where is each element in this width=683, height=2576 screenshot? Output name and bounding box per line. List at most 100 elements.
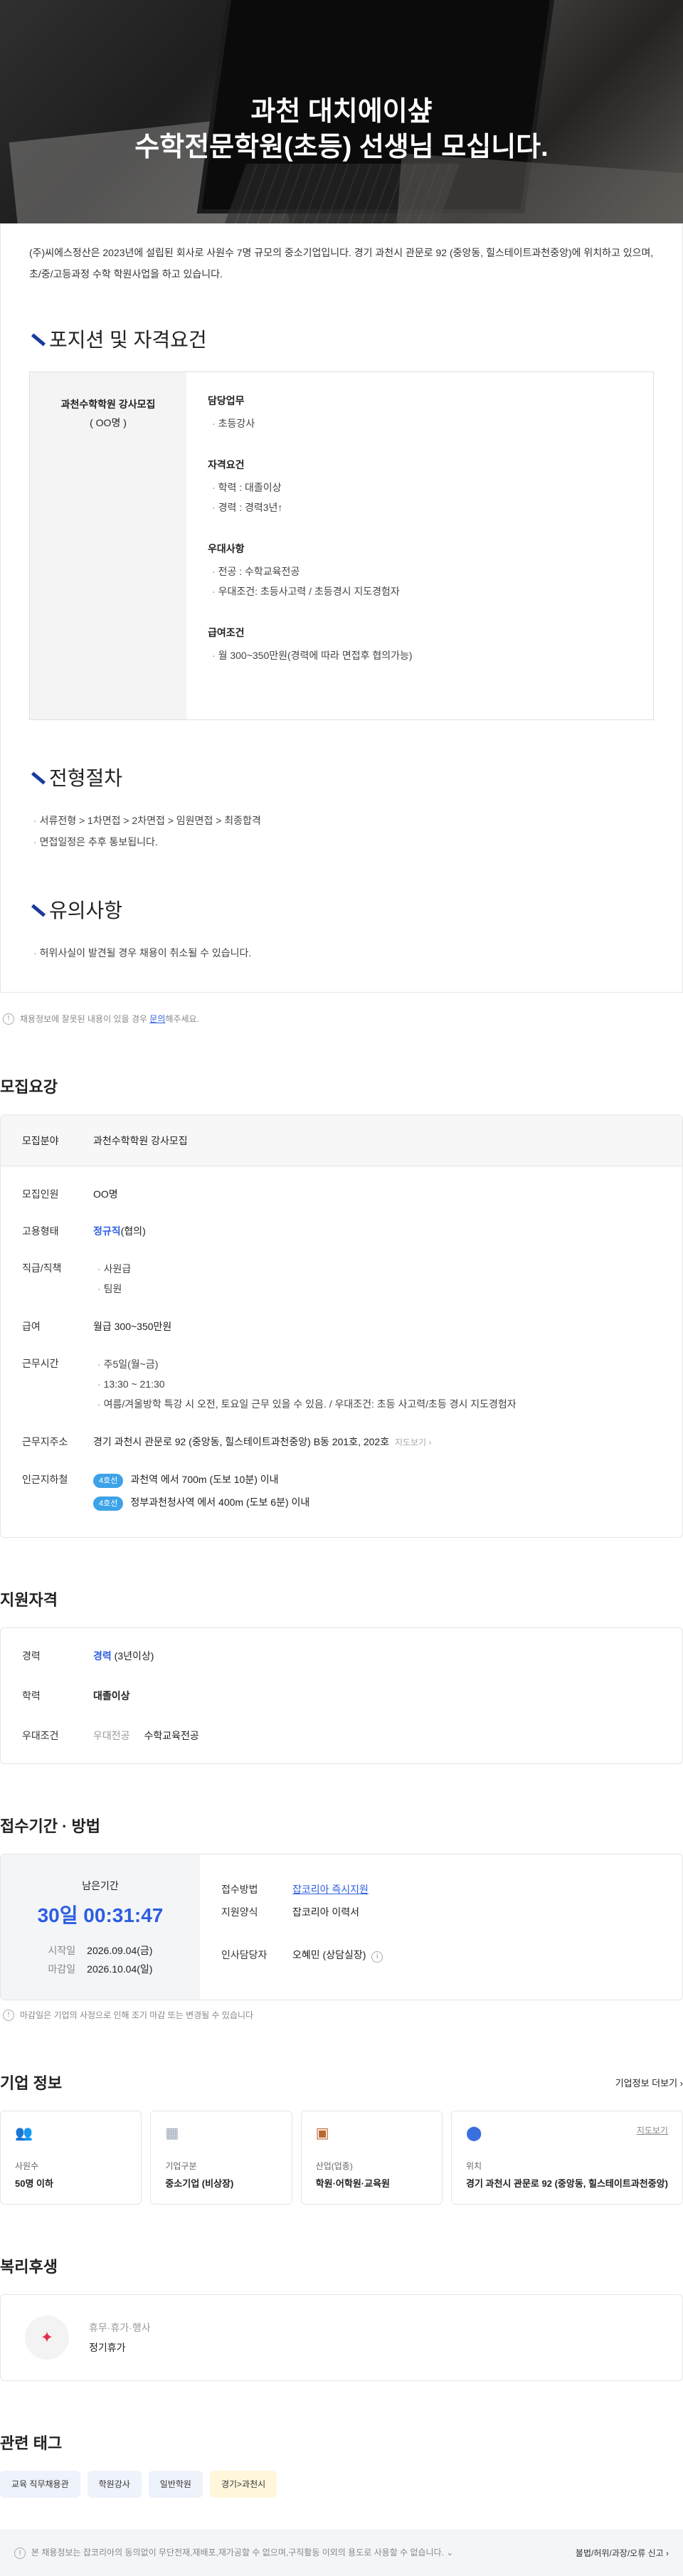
apply-method-panel: 접수방법 잡코리아 즉시지원 지원양식 잡코리아 이력서 인사담당자 오혜민 (… <box>200 1854 682 2000</box>
tag-chip[interactable]: 교육 직무채용관 <box>0 2471 80 2498</box>
tag-list: 교육 직무채용관 학원강사 일반학원 경기>과천시 <box>0 2471 683 2498</box>
subway-item: 4호선 정부과천청사역 에서 400m (도보 6분) 이내 <box>93 1493 661 1511</box>
process-item: 서류전형 > 1차면접 > 2차면접 > 임원면접 > 최종합격 <box>29 810 654 831</box>
company-card: ⬤ 지도보기 위치 경기 과천시 관문로 92 (중앙동, 힐스테이트과천중앙) <box>450 2111 683 2205</box>
building-icon: ▦ <box>165 2126 179 2141</box>
subway-line-badge: 4호선 <box>93 1496 124 1511</box>
requirement-item: 경력 : 경력3년↑ <box>208 497 632 517</box>
requirement-item: 학력 : 대졸이상 <box>208 477 632 497</box>
process-list: 서류전형 > 1차면접 > 2차면접 > 임원면접 > 최종합격면접일정은 추후… <box>29 810 654 852</box>
qualifications-title: 지원자격 <box>0 1591 58 1609</box>
caution-list: 허위사실이 발견될 경우 채용이 취소될 수 있습니다. <box>29 942 654 964</box>
hero-title: 과천 대치에이샾 수학전문학원(초등) 선생님 모십니다. <box>134 97 549 162</box>
requirement-group-title: 자격요건 <box>208 459 245 470</box>
company-cards: 👥 사원수 50명 이하 ▦ 기업구분중소기업 (비상장) ▣ 산업(업종) 학원·어학원·교… <box>0 2111 683 2205</box>
requirement-item: 전공 : 수학교육전공 <box>208 561 632 581</box>
chevron-down-icon[interactable]: ⌄ <box>446 2548 453 2557</box>
heading-slash-icon <box>29 332 43 346</box>
hours-row: 근무시간 주5일(월~금)13:30 ~ 21:30여름/겨울방학 특강 시 오… <box>1 1354 682 1414</box>
requirement-group-title: 우대사항 <box>208 543 245 554</box>
company-card-value: 경기 과천시 관문로 92 (중앙동, 힐스테이트과천중앙) <box>465 2178 668 2189</box>
requirement-item: 우대조건: 초등사고력 / 초등경시 지도경험자 <box>208 581 632 601</box>
requirement-group-title: 담당업무 <box>208 395 245 406</box>
map-link[interactable]: 지도보기 <box>395 1437 426 1447</box>
hours-item: 13:30 ~ 21:30 <box>93 1374 661 1394</box>
company-card-value: 중소기업 (비상장) <box>165 2178 234 2189</box>
rank-row: 직급/직책 사원급팀원 <box>1 1259 682 1299</box>
salary-row: 급여 월급 300~350만원 <box>22 1321 172 1332</box>
info-icon: ! <box>14 2548 26 2560</box>
info-icon: ! <box>3 1013 14 1025</box>
requirement-group: 급여조건월 300~350만원(경력에 따라 면접후 협의가능) <box>208 625 632 665</box>
deadline-notice: ! 마감일은 기업의 사정으로 인해 조기 마감 또는 변경될 수 있습니다 <box>0 2009 683 2021</box>
rank-item: 사원급 <box>93 1259 661 1279</box>
headcount-row: 모집인원 OO명 <box>22 1188 118 1200</box>
subway-line-badge: 4호선 <box>93 1474 124 1488</box>
address-row: 근무지주소 경기 과천시 관문로 92 (중앙동, 힐스테이트과천중앙) B동 … <box>22 1436 432 1447</box>
footer-notice-bar: ! 본 채용정보는 잡코리아의 동의없이 무단전재,재배포,재가공할 수 없으며,… <box>0 2529 683 2576</box>
tag-chip[interactable]: 경기>과천시 <box>209 2471 277 2498</box>
company-card-value: 50명 이하 <box>15 2178 53 2189</box>
requirement-group-title: 급여조건 <box>208 627 245 638</box>
apply-box: 남은기간 30일 00:31:47 시작일 2026.09.04(금) 마감일 20… <box>0 1854 683 2000</box>
requirement-group: 담당업무초등강사 <box>208 394 632 433</box>
chevron-right-icon: › <box>426 1437 432 1447</box>
company-title: 기업 정보 <box>0 2074 63 2092</box>
hero-banner: 과천 대치에이샾 수학전문학원(초등) 선생님 모십니다. <box>0 0 683 223</box>
company-more-link[interactable]: 기업정보 더보기 › <box>615 2076 683 2089</box>
position-table: 과천수학학원 강사모집 ( OO명 ) 담당업무초등강사자격요건학력 : 대졸이… <box>29 371 654 720</box>
career-row: 경력 경력 (3년이상) <box>22 1650 154 1662</box>
job-description: (주)씨에스정산은 2023년에 설립된 회사로 사원수 7명 규모의 중소기업… <box>0 182 683 993</box>
rank-item: 팀원 <box>93 1279 661 1299</box>
company-card-label: 위치 <box>465 2161 482 2171</box>
hours-item: 주5일(월~금) <box>93 1354 661 1374</box>
caution-item: 허위사실이 발견될 경우 채용이 취소될 수 있습니다. <box>29 942 654 964</box>
subway-distance: 과천역 에서 700m (도보 10분) 이내 <box>130 1474 279 1485</box>
requirement-group: 우대사항전공 : 수학교육전공우대조건: 초등사고력 / 초등경시 지도경험자 <box>208 542 632 601</box>
company-card: ▦ 기업구분중소기업 (비상장) <box>150 2111 292 2205</box>
party-popper-icon: ✦ <box>25 2316 69 2360</box>
briefcase-icon: ▣ <box>315 2126 329 2141</box>
requirements-title: 모집요강 <box>0 1078 58 1096</box>
position-name-cell: 과천수학학원 강사모집 ( OO명 ) <box>30 372 186 719</box>
welfare-box: ✦ 휴무·휴가·행사 정기휴가 <box>0 2294 683 2381</box>
requirements-box: 모집분야 과천수학학원 강사모집 모집인원 OO명 고용형태 정규직(협의) 직… <box>0 1114 683 1538</box>
company-card: 👥 사원수 50명 이하 <box>0 2111 142 2205</box>
section-heading-position: 포지션 및 자격요건 <box>29 324 654 353</box>
welfare-title: 복리후생 <box>0 2258 58 2276</box>
company-card-label: 기업구분 <box>165 2161 197 2171</box>
tags-title: 관련 태그 <box>0 2434 63 2452</box>
hours-item: 여름/겨울방학 특강 시 오전, 토요일 근무 있을 수 있음. / 우대조건:… <box>93 1394 661 1414</box>
report-inquiry-link[interactable]: 문의 <box>149 1013 165 1025</box>
heading-slash-icon <box>29 902 43 917</box>
subway-item: 4호선 과천역 에서 700m (도보 10분) 이내 <box>93 1470 661 1489</box>
requirement-item: 월 300~350만원(경력에 따라 면접후 협의가능) <box>208 645 632 665</box>
requirements-field-row: 모집분야 과천수학학원 강사모집 <box>1 1115 682 1166</box>
employment-row: 고용형태 정규직(협의) <box>22 1225 146 1237</box>
map-link[interactable]: 지도보기 <box>637 2124 668 2136</box>
tag-chip[interactable]: 일반학원 <box>148 2471 203 2498</box>
quick-apply-link[interactable]: 잡코리아 즉시지원 <box>292 1880 661 1899</box>
education-row: 학력 대졸이상 <box>22 1690 130 1701</box>
subway-distance: 정부과천청사역 에서 400m (도보 6분) 이내 <box>130 1496 310 1508</box>
company-card: ▣ 산업(업종) 학원·어학원·교육원 <box>300 2111 443 2205</box>
tag-chip[interactable]: 학원강사 <box>87 2471 142 2498</box>
apply-title: 접수기간 · 방법 <box>0 1817 100 1835</box>
apply-period-panel: 남은기간 30일 00:31:47 시작일 2026.09.04(금) 마감일 20… <box>1 1854 200 2000</box>
requirement-group: 자격요건학력 : 대졸이상경력 : 경력3년↑ <box>208 458 632 517</box>
qualifications-box: 경력 경력 (3년이상) 학력 대졸이상 우대조건 우대전공 수학교육전공 <box>0 1627 683 1764</box>
info-icon[interactable]: i <box>371 1951 383 1963</box>
position-detail-cell: 담당업무초등강사자격요건학력 : 대졸이상경력 : 경력3년↑ 우대사항전공 : … <box>186 372 653 719</box>
company-card-label: 사원수 <box>15 2161 39 2171</box>
company-card-value: 학원·어학원·교육원 <box>315 2178 390 2189</box>
process-item: 면접일정은 추후 통보됩니다. <box>29 831 654 852</box>
heading-slash-icon <box>29 770 43 784</box>
subway-row: 인근지하철 4호선 과천역 에서 700m (도보 10분) 이내 4호선 정부과천청… <box>1 1470 682 1516</box>
requirement-item: 초등강사 <box>208 413 632 433</box>
people-icon: 👥 <box>15 2126 33 2141</box>
report-button[interactable]: 불법/허위/과장/오류 신고 › <box>576 2547 669 2559</box>
section-heading-caution: 유의사항 <box>29 895 654 924</box>
company-card-label: 산업(업종) <box>315 2161 353 2171</box>
report-notice: ! 채용정보에 잘못된 내용이 있을 경우 문의 해주세요. <box>0 1013 683 1025</box>
section-heading-process: 전형절차 <box>29 763 654 791</box>
